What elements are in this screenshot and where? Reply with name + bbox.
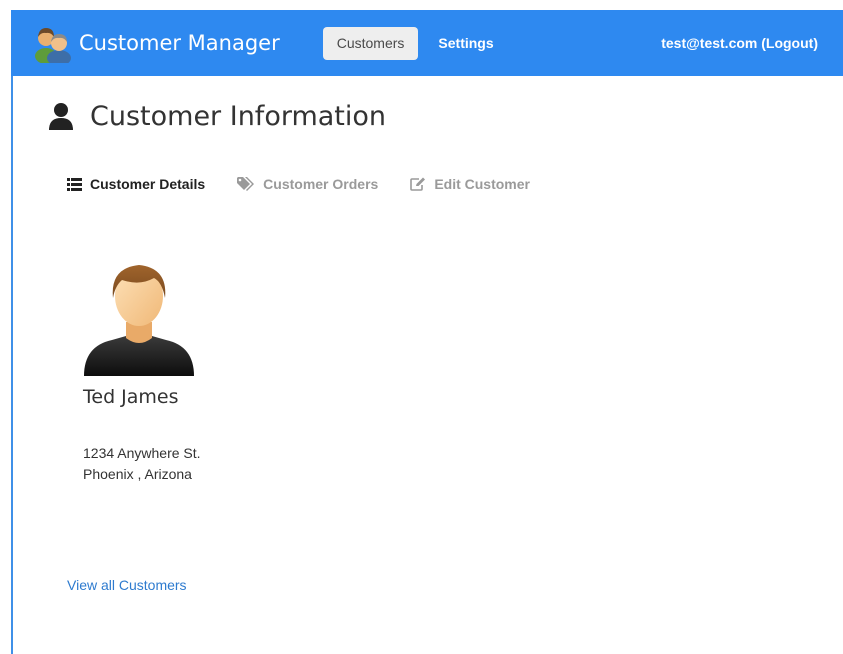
tab-edit-customer[interactable]: Edit Customer <box>410 176 530 192</box>
tags-icon <box>237 177 255 191</box>
person-icon <box>49 103 73 130</box>
edit-icon <box>410 177 426 191</box>
customer-name: Ted James <box>83 386 179 408</box>
list-icon <box>67 177 82 191</box>
tab-customer-orders-label: Customer Orders <box>263 176 379 192</box>
tab-customer-orders[interactable]: Customer Orders <box>237 176 378 192</box>
tab-customer-details[interactable]: Customer Details <box>67 176 205 192</box>
view-all-customers-link[interactable]: View all Customers <box>67 577 187 593</box>
brand[interactable]: Customer Manager <box>33 10 280 76</box>
user-logout-link[interactable]: test@test.com (Logout) <box>661 10 818 76</box>
navbar: Customer Manager Customers Settings test… <box>11 10 843 76</box>
tab-customer-details-label: Customer Details <box>90 176 206 192</box>
sub-tabs: Customer Details Customer Orders Edit Cu… <box>67 172 530 196</box>
tab-settings[interactable]: Settings <box>424 27 507 60</box>
users-group-icon <box>35 28 71 63</box>
tab-customers[interactable]: Customers <box>322 26 419 60</box>
address-line-1: 1234 Anywhere St. <box>83 445 201 461</box>
male-avatar-icon <box>84 265 194 376</box>
page-header: Customer Information <box>48 98 386 134</box>
tab-edit-customer-label: Edit Customer <box>434 176 530 192</box>
page-title: Customer Information <box>90 100 387 132</box>
customer-address: 1234 Anywhere St. Phoenix , Arizona <box>83 443 201 485</box>
address-line-2: Phoenix , Arizona <box>83 466 192 482</box>
nav-tabs: Customers Settings <box>322 26 508 60</box>
brand-name: Customer Manager <box>79 31 280 55</box>
